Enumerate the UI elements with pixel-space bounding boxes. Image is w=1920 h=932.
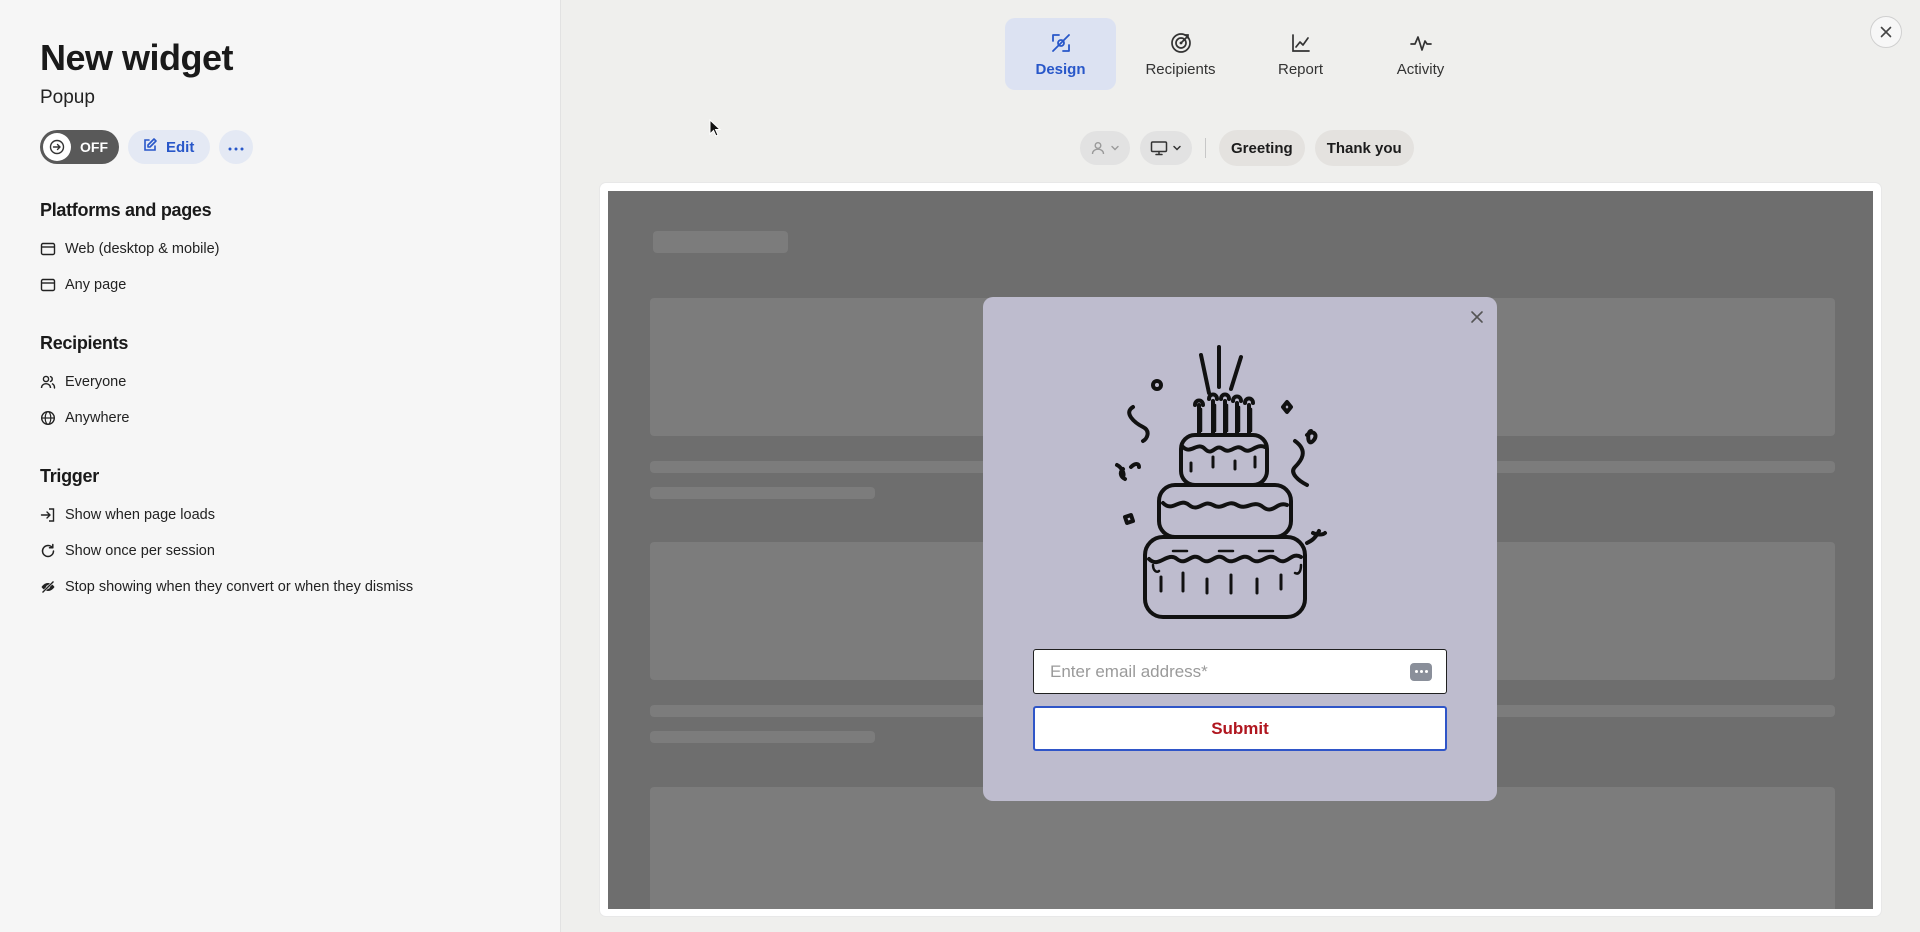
platform-label: Web (desktop & mobile)	[65, 241, 220, 257]
eye-off-icon	[41, 580, 55, 594]
monitor-icon	[1150, 141, 1168, 156]
chevron-down-icon	[1173, 145, 1181, 151]
more-options-button[interactable]	[219, 130, 254, 164]
recipient-label: Everyone	[65, 374, 127, 390]
trigger-label: Show once per session	[65, 543, 215, 559]
placeholder-heading	[653, 231, 788, 253]
platforms-title: Platforms and pages	[40, 200, 212, 220]
globe-icon	[40, 410, 56, 426]
close-icon	[1880, 26, 1892, 38]
platforms-section: Platforms and pages Web (desktop & mobil…	[40, 200, 560, 303]
audience-dropdown[interactable]	[1080, 131, 1130, 165]
edit-button[interactable]: Edit	[128, 130, 211, 164]
tab-activity[interactable]: Activity	[1365, 18, 1476, 90]
recipient-item-anywhere: Anywhere	[40, 400, 560, 436]
pen-tool-icon	[1051, 33, 1070, 52]
autofill-icon[interactable]	[1410, 662, 1432, 681]
trigger-title: Trigger	[40, 466, 99, 486]
trigger-item-stop-showing: Stop showing when they convert or when t…	[40, 569, 560, 605]
step-greeting-button[interactable]: Greeting	[1219, 130, 1305, 166]
close-icon	[1471, 311, 1483, 323]
recipient-item-everyone: Everyone	[40, 364, 560, 400]
edit-icon	[142, 137, 158, 157]
tab-report[interactable]: Report	[1245, 18, 1356, 90]
widget-controls: OFF Edit	[40, 130, 560, 164]
submit-button[interactable]: Submit	[1033, 706, 1447, 751]
birthday-cake-illustration	[1115, 345, 1327, 619]
platform-item-pages: Any page	[40, 267, 560, 303]
trigger-label: Show when page loads	[65, 507, 215, 523]
trigger-item-page-load: Show when page loads	[40, 497, 560, 533]
more-horizontal-icon	[228, 138, 244, 156]
target-icon	[1170, 32, 1191, 53]
browser-window-icon	[40, 242, 56, 256]
tab-recipients[interactable]: Recipients	[1125, 18, 1236, 90]
tab-label: Recipients	[1145, 60, 1216, 78]
user-icon	[1091, 142, 1105, 155]
status-toggle[interactable]: OFF	[40, 130, 119, 164]
users-icon	[40, 375, 56, 389]
page-icon	[40, 278, 56, 292]
login-arrow-icon	[40, 508, 55, 522]
trigger-section: Trigger Show when page loads Show once p…	[40, 466, 560, 605]
step-thank-you-button[interactable]: Thank you	[1314, 130, 1414, 166]
placeholder-line	[650, 731, 875, 743]
toolbar-divider	[1205, 138, 1206, 158]
email-field[interactable]	[1033, 649, 1447, 694]
tab-label: Activity	[1396, 60, 1445, 78]
close-editor-button[interactable]	[1870, 16, 1902, 48]
edit-label: Edit	[166, 138, 195, 156]
pulse-icon	[1409, 35, 1432, 51]
recipients-section: Recipients Everyone Anywhere	[40, 333, 560, 436]
line-chart-icon	[1291, 33, 1310, 52]
email-input[interactable]	[1050, 661, 1410, 682]
device-dropdown[interactable]	[1140, 131, 1192, 165]
trigger-item-once-per-session: Show once per session	[40, 533, 560, 569]
platform-label: Any page	[65, 277, 127, 293]
tab-label: Design	[1035, 60, 1086, 78]
tab-label: Report	[1277, 60, 1324, 78]
chevron-down-icon	[1111, 145, 1119, 151]
platform-item-web: Web (desktop & mobile)	[40, 231, 560, 267]
placeholder-block	[650, 787, 1835, 909]
widget-type: Popup	[40, 87, 95, 108]
popup-widget: Submit	[983, 297, 1497, 801]
recipients-title: Recipients	[40, 333, 129, 353]
placeholder-line	[650, 487, 875, 499]
recipient-label: Anywhere	[65, 410, 130, 426]
mouse-cursor-icon	[709, 119, 721, 137]
popup-close-button[interactable]	[1467, 307, 1487, 327]
refresh-icon	[41, 543, 55, 558]
tab-design[interactable]: Design	[1005, 18, 1116, 90]
widget-tabs: Design Recipients Report Activity	[1005, 18, 1476, 90]
widget-settings-panel: New widget Popup OFF Edit Platforms and …	[0, 0, 561, 932]
toggle-label: OFF	[80, 139, 108, 155]
widget-title: New widget	[40, 37, 234, 78]
preview-toolbar: Greeting Thank you	[1080, 130, 1414, 166]
trigger-label: Stop showing when they convert or when t…	[65, 579, 414, 595]
arrow-right-icon	[43, 133, 71, 161]
